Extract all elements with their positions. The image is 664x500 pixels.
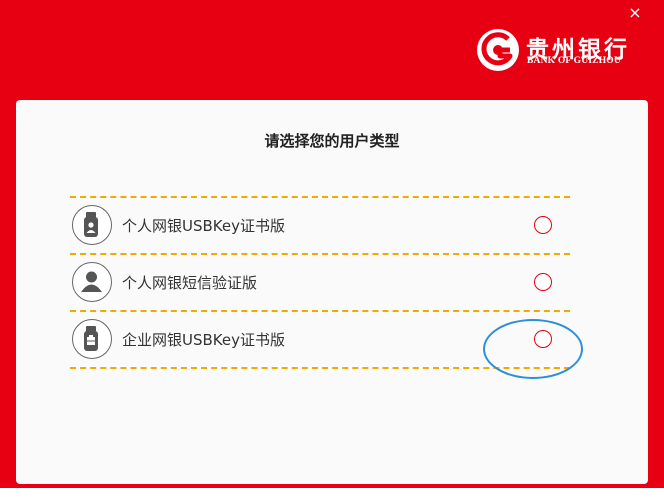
option-label: 个人网银短信验证版: [122, 274, 258, 292]
user-type-card: 请选择您的用户类型 个人网银USBKey证书版 个人网银短信验证版 企业网银US…: [16, 100, 648, 484]
option-label: 企业网银USBKey证书版: [122, 331, 285, 349]
highlight-annotation: [483, 319, 583, 379]
radio-personal-usbkey[interactable]: [534, 216, 552, 234]
usbkey-person-icon: [72, 205, 112, 245]
option-personal-sms[interactable]: 个人网银短信验证版: [70, 255, 570, 310]
radio-personal-sms[interactable]: [534, 273, 552, 291]
close-icon: ×: [628, 3, 642, 22]
option-personal-usbkey[interactable]: 个人网银USBKey证书版: [70, 198, 570, 253]
dialog-title: 请选择您的用户类型: [264, 132, 400, 150]
login-type-window: 贵州银行 BANK OF GUIZHOU × 请选择您的用户类型 个人网银USB…: [0, 0, 664, 500]
option-label: 个人网银USBKey证书版: [122, 217, 285, 235]
bank-name-en: BANK OF GUIZHOU: [527, 56, 621, 66]
close-button[interactable]: ×: [626, 4, 644, 22]
usbkey-enterprise-icon: [72, 319, 112, 359]
user-avatar-icon: [72, 262, 112, 302]
window-bottom-edge: [0, 488, 664, 500]
bank-logo: 贵州银行 BANK OF GUIZHOU: [476, 28, 636, 72]
bank-logo-mark-icon: [477, 29, 519, 71]
